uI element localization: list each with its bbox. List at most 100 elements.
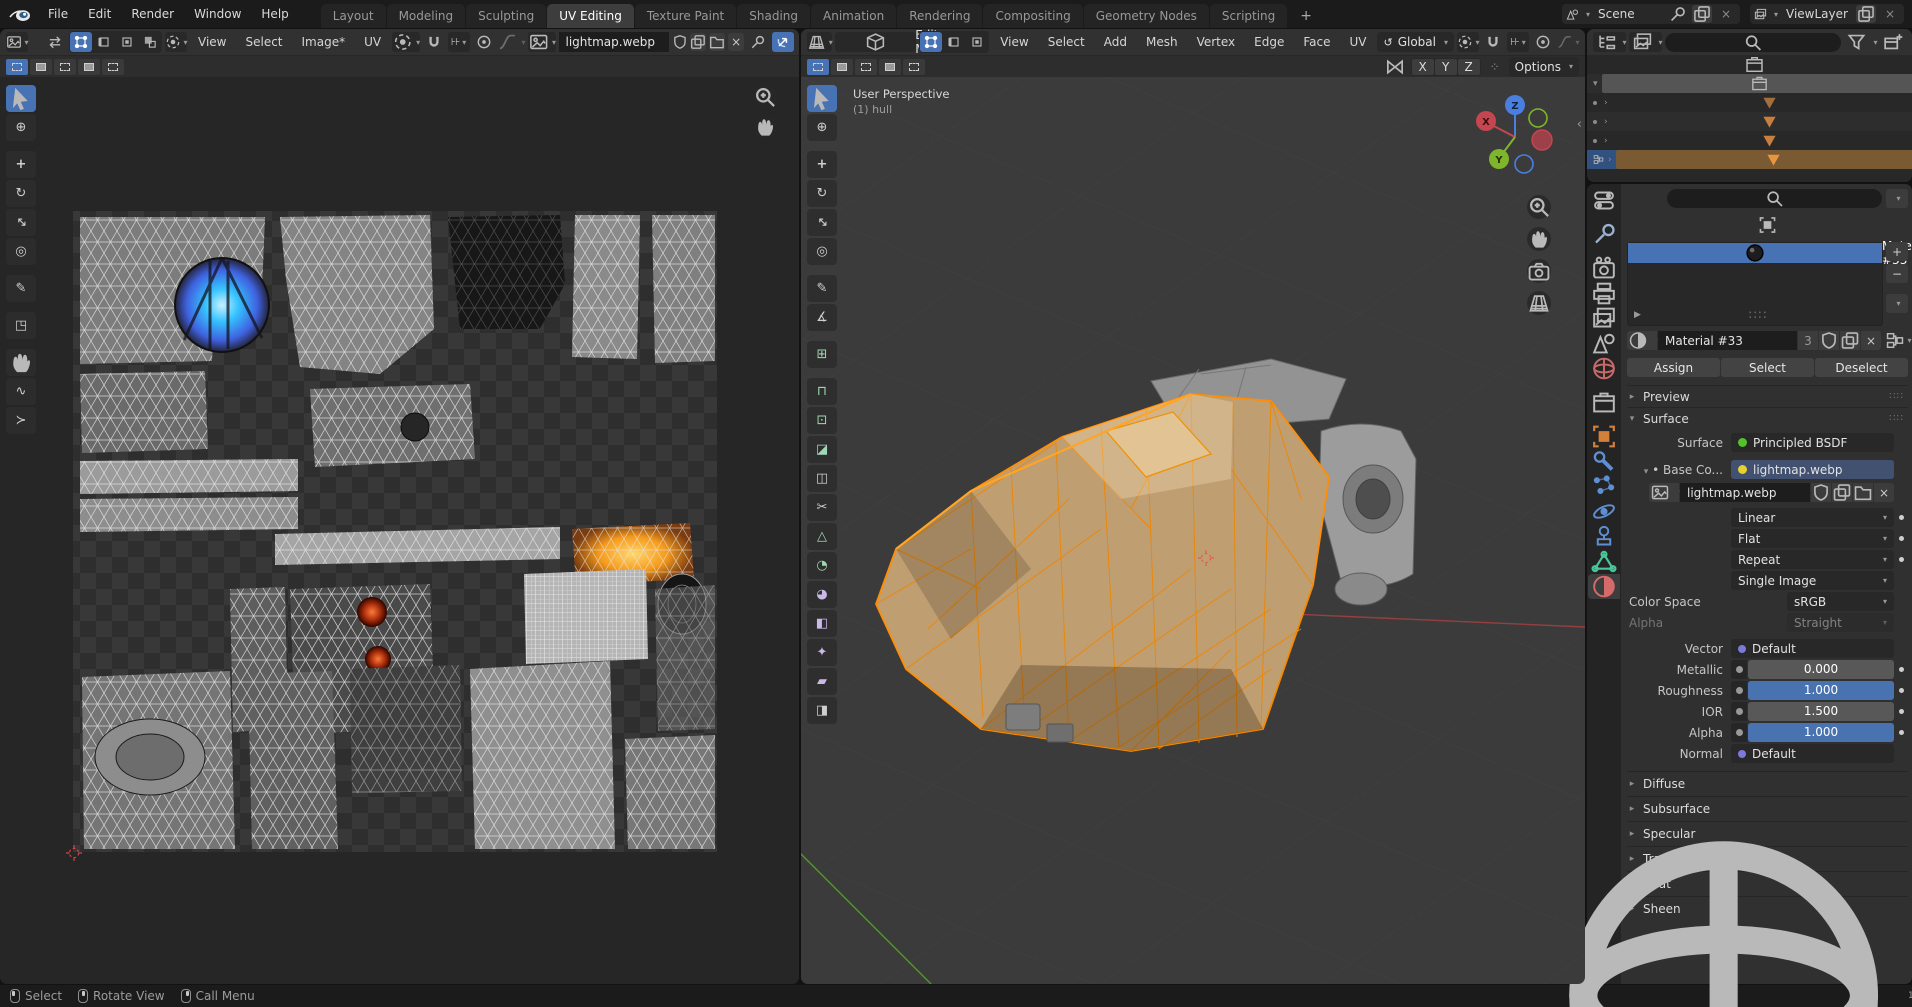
uv-proportional-edit-toggle[interactable] [473, 32, 495, 52]
select-mode-invert[interactable] [78, 59, 100, 75]
unlink-material-button[interactable]: × [1861, 331, 1881, 350]
uv-menu-uv[interactable]: UV [356, 31, 389, 53]
snap-with-button[interactable]: ⊦⊦▾ [1507, 32, 1529, 52]
new-image-button[interactable] [1832, 483, 1852, 502]
keyframe-dot[interactable] [1899, 730, 1904, 735]
uv-menu-view[interactable]: View [190, 31, 234, 53]
uv-editor-type-button[interactable]: ▾ [6, 32, 28, 52]
select-mode-intersect[interactable] [102, 59, 124, 75]
tool-annotate[interactable]: ✎ [807, 275, 837, 302]
alpha-mode-dropdown[interactable]: Straight▾ [1787, 613, 1894, 632]
select-mode-subtract[interactable] [54, 59, 76, 75]
tab-uv-editing[interactable]: UV Editing [547, 4, 634, 28]
vp-menu-vertex[interactable]: Vertex [1189, 31, 1244, 53]
uv-texture-canvas[interactable] [0, 77, 799, 984]
roughness-socket[interactable] [1731, 681, 1747, 700]
menu-window[interactable]: Window [184, 1, 251, 27]
select-mode-invert[interactable] [879, 59, 901, 75]
keyframe-dot[interactable] [1899, 536, 1904, 541]
vp-menu-uv[interactable]: UV [1341, 31, 1374, 53]
tab-tool[interactable] [1588, 222, 1620, 247]
vp-menu-add[interactable]: Add [1096, 31, 1135, 53]
list-expand-icon[interactable]: ▶ [1634, 310, 1641, 320]
tool-annotate[interactable]: ✎ [6, 275, 36, 302]
material-slot-item[interactable]: Material #33 [1628, 243, 1882, 263]
fake-user-shield-icon[interactable] [1811, 483, 1831, 502]
expand-chevron[interactable]: ▾ [1593, 79, 1598, 89]
select-mode-extend[interactable] [30, 59, 52, 75]
unlink-image-button[interactable]: × [728, 33, 744, 51]
tool-relax[interactable]: ∿ [6, 378, 36, 405]
proportional-edit-toggle[interactable] [1532, 32, 1554, 52]
tool-rotate[interactable]: ↻ [6, 180, 36, 207]
pivot-point-button[interactable]: ▾ [1457, 32, 1479, 52]
tab-render[interactable] [1588, 256, 1620, 281]
menu-render[interactable]: Render [121, 1, 184, 27]
image-name-field[interactable]: lightmap.webp [1680, 483, 1810, 502]
camera-view-icon[interactable] [1527, 259, 1551, 283]
properties-search[interactable] [1667, 189, 1882, 208]
keyframe-dot[interactable] [1899, 709, 1904, 714]
open-image-button[interactable] [709, 33, 725, 51]
open-image-button[interactable] [1853, 483, 1873, 502]
mirror-x-toggle[interactable]: X [1412, 59, 1434, 75]
tool-move[interactable]: + [6, 151, 36, 178]
node-tree-icon[interactable]: ▾ [1888, 331, 1908, 350]
expand-chevron[interactable]: › [1604, 117, 1608, 127]
tool-rip-region[interactable]: ◳ [6, 312, 36, 339]
source-dropdown[interactable]: Single Image▾ [1731, 571, 1894, 590]
menu-help[interactable]: Help [251, 1, 298, 27]
select-mode-set[interactable] [807, 59, 829, 75]
color-space-dropdown[interactable]: sRGB▾ [1787, 592, 1894, 611]
tab-scripting[interactable]: Scripting [1210, 4, 1287, 28]
vp-menu-view[interactable]: View [992, 31, 1036, 53]
tab-particles[interactable] [1588, 474, 1620, 499]
interpolation-dropdown[interactable]: Linear▾ [1731, 508, 1894, 527]
tool-pinch[interactable]: ≻ [6, 407, 36, 434]
uv-snap-target-button[interactable]: ▾ [392, 32, 419, 52]
snap-individual-icon[interactable]: ⁘ [1484, 57, 1506, 77]
projection-dropdown[interactable]: Flat▾ [1731, 529, 1894, 548]
delete-view-layer-button[interactable]: × [1880, 5, 1900, 23]
perspective-toggle-icon[interactable] [1527, 291, 1551, 315]
tab-modifiers[interactable] [1588, 449, 1620, 474]
uv-snap-toggle[interactable] [423, 32, 445, 52]
new-image-button[interactable] [690, 33, 706, 51]
tab-physics[interactable] [1588, 499, 1620, 524]
list-grip[interactable]: ∷∷ [1749, 308, 1768, 322]
vp-menu-edge[interactable]: Edge [1246, 31, 1292, 53]
uv-select-edge-button[interactable] [93, 32, 115, 52]
blender-logo-icon[interactable] [8, 7, 32, 22]
tool-cursor[interactable]: ⊕ [6, 114, 36, 141]
navigation-gizmo[interactable]: Z X Y [1471, 93, 1559, 181]
new-collection-button[interactable] [1880, 32, 1906, 52]
uv-proportional-falloff-button[interactable]: ▾ [498, 32, 525, 52]
proportional-falloff-button[interactable]: ▾ [1557, 32, 1579, 52]
unlink-image-button[interactable]: × [1874, 483, 1894, 502]
zoom-icon[interactable] [753, 85, 777, 109]
tool-shrink-fatten[interactable]: ✦ [807, 639, 837, 666]
tool-smooth[interactable]: ◕ [807, 581, 837, 608]
uv-sync-selection-toggle[interactable] [44, 32, 66, 52]
outliner-row-collection[interactable]: ▾ Collection ✓ [1587, 74, 1912, 93]
menu-file[interactable]: File [38, 1, 78, 27]
alpha-slider[interactable]: 1.000 [1748, 723, 1894, 742]
roughness-slider[interactable]: 1.000 [1748, 681, 1894, 700]
gizmos-toggle[interactable] [772, 32, 794, 52]
viewport-scene[interactable] [801, 77, 1585, 984]
outliner-filter-button[interactable]: ▾ [1844, 32, 1877, 52]
tab-constraints[interactable] [1588, 524, 1620, 549]
outliner-editor-type-button[interactable]: ▾ [1593, 32, 1626, 52]
tab-layout[interactable]: Layout [321, 4, 386, 28]
tool-loop-cut[interactable]: ◫ [807, 465, 837, 492]
tool-rotate[interactable]: ↻ [807, 180, 837, 207]
scene-selector[interactable]: ▾ Scene × [1562, 4, 1740, 24]
tool-transform[interactable]: ◎ [6, 238, 36, 265]
uv-select-vertex-button[interactable] [70, 32, 92, 52]
new-view-layer-button[interactable] [1856, 5, 1876, 23]
keyframe-dot[interactable] [1899, 557, 1904, 562]
uv-image-name-field[interactable]: lightmap.webp [559, 32, 669, 52]
uv-select-island-button[interactable] [139, 32, 161, 52]
material-name-field[interactable]: Material #33 [1658, 331, 1797, 350]
assign-button[interactable]: Assign [1627, 358, 1720, 377]
